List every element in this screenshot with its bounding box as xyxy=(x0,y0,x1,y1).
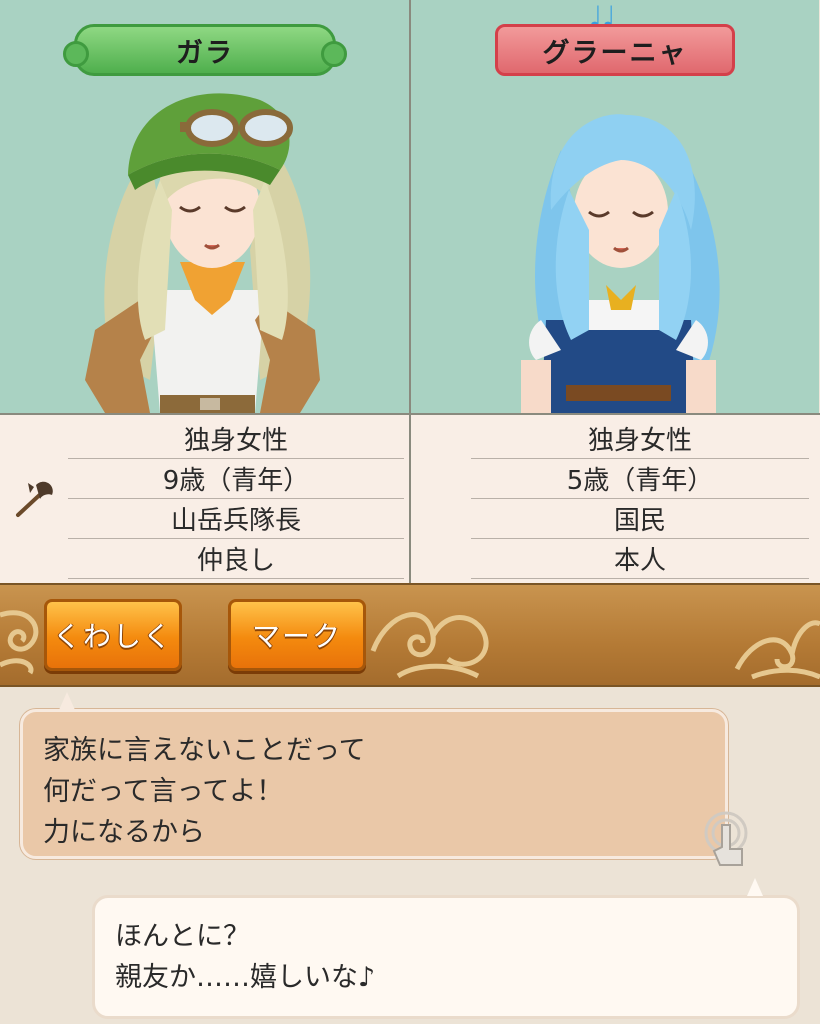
dialogue-area[interactable]: 家族に言えないことだって 何だって言ってよ！ 力になるから ほんとに？ 親友か…… xyxy=(0,687,820,1024)
speech-1-line-2: 何だって言ってよ！ xyxy=(43,776,284,807)
left-info-age: 9歳（青年） xyxy=(68,459,404,499)
left-character-name: ガラ xyxy=(176,37,234,69)
right-character-name-plate: グラーニャ xyxy=(495,24,735,76)
left-info-status: 独身女性 xyxy=(68,419,404,459)
right-character-portrait[interactable]: ♩♩ グラーニャ xyxy=(409,0,819,413)
right-character-name: グラーニャ xyxy=(542,37,688,69)
detail-button[interactable]: くわしく xyxy=(44,599,182,671)
right-info-occupation: 国民 xyxy=(471,499,809,539)
speech-1-line-3: 力になるから xyxy=(43,817,205,848)
action-button-bar: くわしく マーク xyxy=(0,583,820,687)
speech-2-line-1: ほんとに？ xyxy=(115,921,250,952)
right-character-info: 独身女性 5歳（青年） 国民 本人 xyxy=(409,415,820,583)
right-info-relationship: 本人 xyxy=(471,539,809,579)
speech-2-line-2: 親友か……嬉しいな♪ xyxy=(115,962,376,993)
left-character-info: 独身女性 9歳（青年） 山岳兵隊長 仲良し xyxy=(0,415,409,583)
speech-bubble-left: 家族に言えないことだって 何だって言ってよ！ 力になるから xyxy=(20,692,728,859)
tap-finger-icon[interactable] xyxy=(702,811,754,867)
left-character-name-plate: ガラ xyxy=(63,24,347,76)
right-info-status: 独身女性 xyxy=(471,419,809,459)
mark-button[interactable]: マーク xyxy=(228,599,366,671)
ornament-left-decoration xyxy=(0,610,39,675)
portrait-row: ガラ ♩♩ グラーニャ xyxy=(0,0,820,413)
speech-bubble-right: ほんとに？ 親友か……嬉しいな♪ xyxy=(92,878,800,1019)
left-info-occupation: 山岳兵隊長 xyxy=(68,499,404,539)
left-character-portrait[interactable]: ガラ xyxy=(0,0,409,413)
right-info-age: 5歳（青年） xyxy=(471,459,809,499)
axe-icon xyxy=(16,481,53,517)
left-info-relationship: 仲良し xyxy=(68,539,404,579)
speech-1-line-1: 家族に言えないことだって xyxy=(43,735,366,766)
character-info-table: 独身女性 9歳（青年） 山岳兵隊長 仲良し 独身女性 5歳（青年） 国民 本人 xyxy=(0,413,820,583)
ornament-right-decoration xyxy=(734,620,820,679)
ornament-center-decoration xyxy=(370,612,489,679)
